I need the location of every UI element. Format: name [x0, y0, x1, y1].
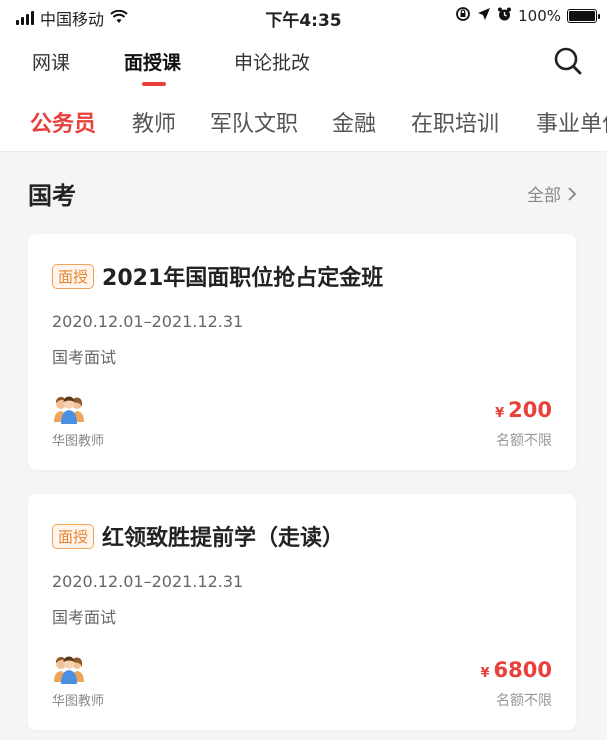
category-tab-civil-servant[interactable]: 公务员: [30, 106, 96, 138]
currency-symbol: ¥: [480, 666, 490, 681]
tab-online-course[interactable]: 网课: [32, 48, 70, 75]
course-badge: 面授: [52, 523, 95, 549]
location-icon: [477, 7, 491, 25]
section-title: 国考: [28, 182, 76, 210]
course-title: 2021年国面职位抢占定金班: [102, 266, 384, 291]
price-value: 6800: [493, 658, 552, 682]
search-icon[interactable]: [553, 46, 583, 76]
course-title-row: 面授 红领致胜提前学（走读）: [52, 520, 344, 552]
battery-fill: [569, 11, 595, 21]
teacher-name: 华图教师: [52, 434, 105, 449]
category-tab-teacher[interactable]: 教师: [132, 106, 176, 138]
view-all-link[interactable]: 全部: [527, 181, 577, 206]
top-nav: 网课 面授课 申论批改: [0, 34, 607, 92]
tab-offline-course[interactable]: 面授课: [124, 48, 181, 75]
course-badge: 面授: [52, 263, 95, 289]
teacher-name: 华图教师: [52, 694, 105, 709]
price-value: 200: [508, 398, 552, 422]
course-type: 国考面试: [52, 348, 117, 367]
course-card[interactable]: 面授 2021年国面职位抢占定金班 2020.12.01–2021.12.31 …: [28, 234, 576, 470]
course-date-range: 2020.12.01–2021.12.31: [52, 572, 244, 591]
active-tab-indicator: [142, 82, 166, 86]
category-nav: 公务员 教师 军队文职 金融 在职培训 事业单位: [0, 92, 607, 152]
category-tab-finance[interactable]: 金融: [332, 106, 376, 138]
course-card[interactable]: 面授 红领致胜提前学（走读） 2020.12.01–2021.12.31 国考面…: [28, 494, 576, 730]
status-right: 100%: [455, 6, 600, 26]
tab-essay-grading[interactable]: 申论批改: [234, 48, 310, 75]
status-bar: 中国移动 下午4:35 100%: [0, 0, 607, 34]
teacher-avatar-icon: [52, 652, 86, 686]
category-tab-military-civilian[interactable]: 军队文职: [210, 106, 298, 138]
category-tab-in-service-training[interactable]: 在职培训: [411, 106, 499, 138]
course-type: 国考面试: [52, 608, 117, 627]
battery-icon: [567, 9, 600, 23]
course-price: ¥6800: [481, 658, 553, 682]
course-quota: 名额不限: [496, 693, 552, 709]
chevron-right-icon: [568, 186, 577, 201]
teacher-avatar-icon: [52, 392, 86, 426]
category-tab-public-institution[interactable]: 事业单位: [536, 106, 607, 138]
rotation-lock-icon: [455, 6, 471, 26]
course-date-range: 2020.12.01–2021.12.31: [52, 312, 244, 331]
course-title-row: 面授 2021年国面职位抢占定金班: [52, 260, 383, 292]
currency-symbol: ¥: [495, 406, 505, 421]
course-price: ¥200: [495, 398, 552, 422]
battery-percent: 100%: [518, 7, 561, 25]
alarm-icon: [497, 7, 512, 26]
course-title: 红领致胜提前学（走读）: [102, 526, 345, 551]
view-all-label: 全部: [527, 186, 561, 206]
course-quota: 名额不限: [496, 433, 552, 449]
